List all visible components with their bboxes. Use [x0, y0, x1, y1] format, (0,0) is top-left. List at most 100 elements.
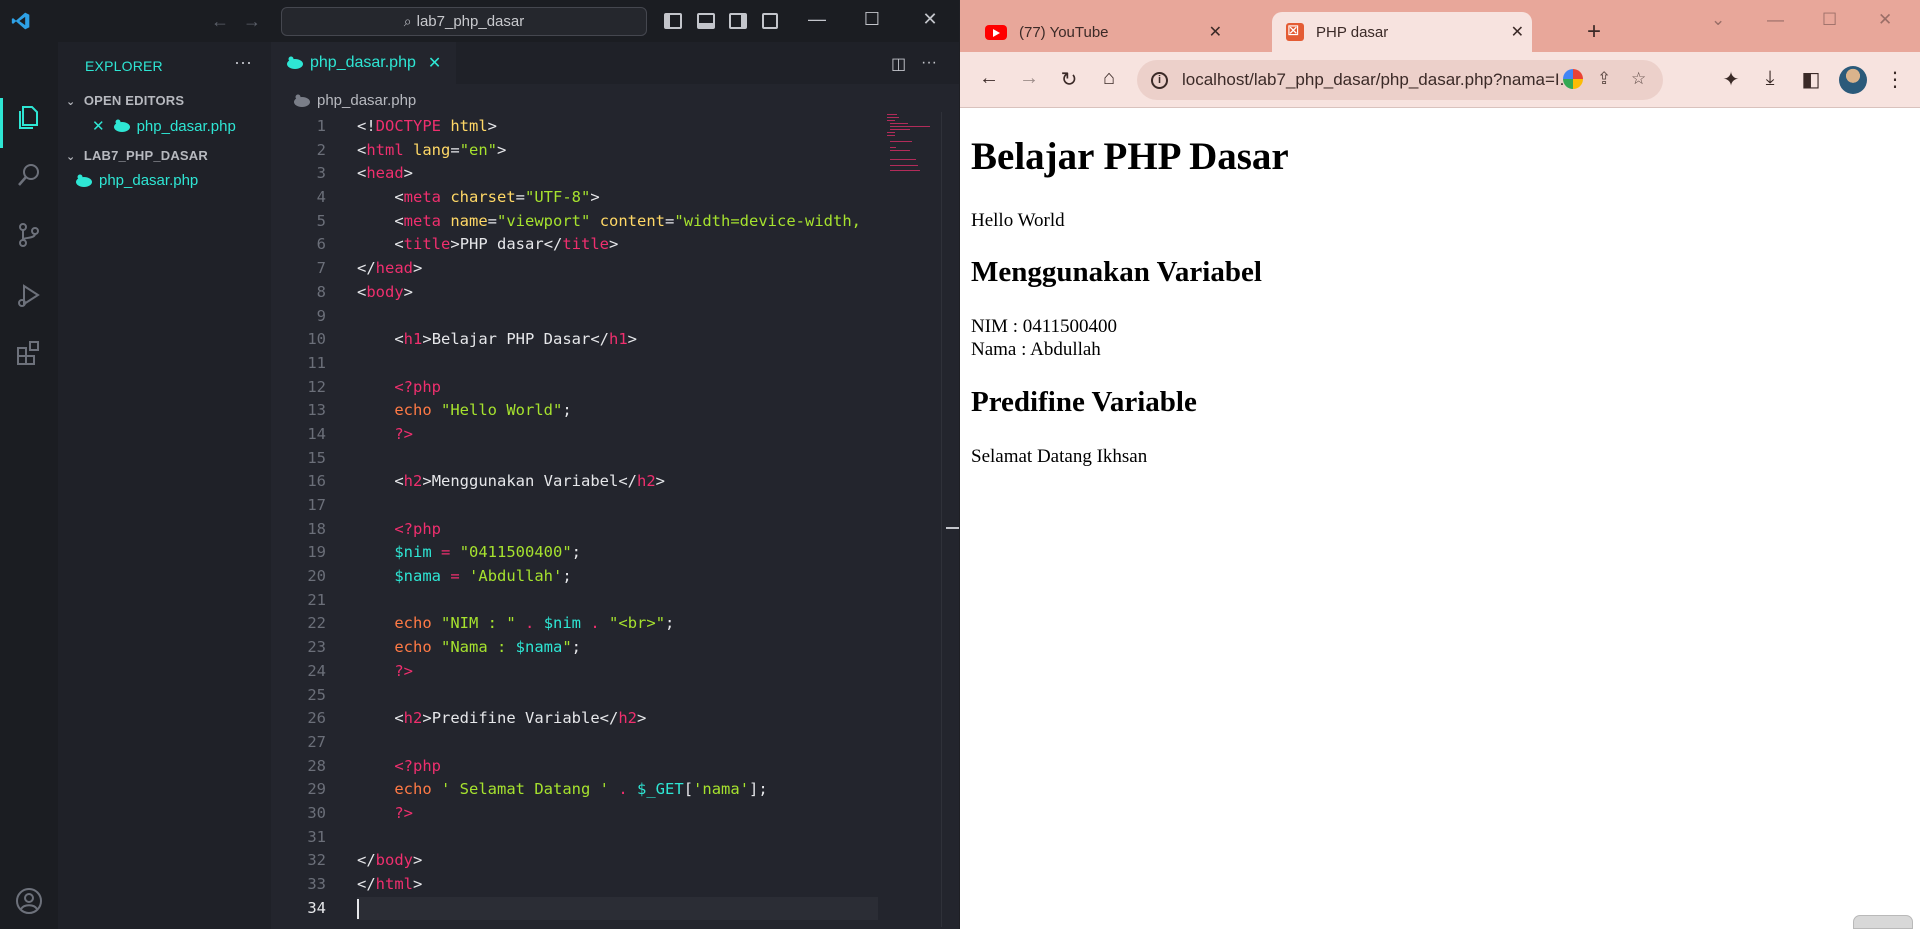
code-text[interactable]: <h2>Menggunakan Variabel</h2> — [357, 470, 665, 494]
code-line[interactable]: 12 <?php — [271, 376, 959, 400]
editor-tab-active[interactable]: php_dasar.php ✕ — [271, 42, 456, 84]
code-line[interactable]: 19 $nim = "0411500400"; — [271, 541, 959, 565]
code-line[interactable]: 30 ?> — [271, 802, 959, 826]
code-line[interactable]: 18 <?php — [271, 518, 959, 542]
new-tab-plus-icon[interactable]: + — [1587, 18, 1601, 46]
code-text[interactable]: <meta name="viewport" content="width=dev… — [357, 210, 861, 234]
code-line[interactable]: 5 <meta name="viewport" content="width=d… — [271, 210, 959, 234]
close-tab-icon[interactable]: ✕ — [1209, 22, 1222, 42]
code-text[interactable]: ?> — [357, 802, 413, 826]
close-icon[interactable]: ✕ — [915, 9, 945, 30]
browser-tab-youtube[interactable]: (77) YouTube ✕ — [985, 12, 1230, 52]
code-line[interactable]: 16 <h2>Menggunakan Variabel</h2> — [271, 470, 959, 494]
code-text[interactable]: <h2>Predifine Variable</h2> — [357, 707, 646, 731]
more-actions-icon[interactable]: ··· — [234, 52, 252, 73]
code-line[interactable]: 2 <html lang="en"> — [271, 139, 959, 163]
reload-icon[interactable]: ↻ — [1056, 67, 1082, 92]
code-line[interactable]: 3 <head> — [271, 162, 959, 186]
code-editor[interactable]: 1 <!DOCTYPE html> 2 <html lang="en"> 3 <head>… — [271, 115, 959, 921]
code-text[interactable]: </html> — [357, 873, 422, 897]
source-control-icon[interactable] — [14, 220, 44, 250]
browser-tab-php-dasar[interactable]: PHP dasar ✕ — [1272, 12, 1532, 52]
code-text[interactable]: <?php — [357, 518, 441, 542]
code-text[interactable]: $nim = "0411500400"; — [357, 541, 581, 565]
customize-layout-icon[interactable] — [762, 13, 778, 29]
project-folder-section[interactable]: ⌄ LAB7_PHP_DASAR — [66, 148, 208, 163]
code-line[interactable]: 4 <meta charset="UTF-8"> — [271, 186, 959, 210]
code-line[interactable]: 31 — [271, 826, 959, 850]
code-line[interactable]: 8 <body> — [271, 281, 959, 305]
code-line[interactable]: 10 <h1>Belajar PHP Dasar</h1> — [271, 328, 959, 352]
google-lens-icon[interactable] — [1563, 69, 1583, 89]
explorer-files-icon[interactable] — [14, 102, 44, 132]
close-tab-icon[interactable]: ✕ — [1511, 22, 1524, 42]
tab-search-chevron-icon[interactable]: ⌄ — [1711, 10, 1725, 30]
code-line[interactable]: 26 <h2>Predifine Variable</h2> — [271, 707, 959, 731]
code-text[interactable]: echo "Hello World"; — [357, 399, 571, 423]
forward-arrow-icon[interactable]: → — [243, 11, 261, 31]
toggle-panel-icon[interactable] — [697, 13, 715, 29]
address-bar[interactable]: i localhost/lab7_php_dasar/php_dasar.php… — [1137, 60, 1663, 100]
code-line[interactable]: 1 <!DOCTYPE html> — [271, 115, 959, 139]
maximize-icon[interactable]: ☐ — [1822, 10, 1837, 30]
code-text[interactable]: <!DOCTYPE html> — [357, 115, 497, 139]
code-line[interactable]: 33 </html> — [271, 873, 959, 897]
code-line[interactable]: 29 echo ' Selamat Datang ' . $_GET['nama… — [271, 778, 959, 802]
extensions-puzzle-icon[interactable]: ✦ — [1718, 67, 1744, 92]
toggle-secondary-sidebar-icon[interactable] — [729, 13, 747, 29]
code-line[interactable]: 6 <title>PHP dasar</title> — [271, 233, 959, 257]
code-line[interactable]: 28 <?php — [271, 755, 959, 779]
share-icon[interactable]: ⇪ — [1597, 69, 1611, 89]
search-icon[interactable] — [14, 160, 44, 190]
minimize-icon[interactable]: — — [802, 9, 832, 30]
split-editor-icon[interactable]: ◫ — [891, 54, 906, 74]
back-arrow-icon[interactable]: ← — [976, 67, 1002, 90]
side-panel-icon[interactable]: ◧ — [1798, 67, 1824, 92]
code-text[interactable]: <html lang="en"> — [357, 139, 506, 163]
code-text[interactable]: </head> — [357, 257, 422, 281]
code-line[interactable]: 25 — [271, 684, 959, 708]
code-text[interactable]: echo "NIM : " . $nim . "<br>"; — [357, 612, 674, 636]
maximize-icon[interactable]: ☐ — [857, 9, 887, 30]
code-line[interactable]: 23 echo "Nama : $nama"; — [271, 636, 959, 660]
code-line[interactable]: 34 — [271, 896, 959, 921]
code-line[interactable]: 14 ?> — [271, 423, 959, 447]
open-editors-section[interactable]: ⌄ OPEN EDITORS — [66, 93, 184, 108]
bookmark-star-icon[interactable]: ☆ — [1631, 69, 1646, 89]
code-text[interactable]: <h1>Belajar PHP Dasar</h1> — [357, 328, 637, 352]
menu-kebab-icon[interactable]: ⋮ — [1882, 67, 1908, 92]
more-actions-icon[interactable]: ··· — [921, 54, 937, 72]
code-text[interactable]: <head> — [357, 162, 413, 186]
download-icon[interactable]: ⤓ — [1757, 67, 1783, 90]
site-info-icon[interactable]: i — [1151, 71, 1168, 89]
code-line[interactable]: 20 $nama = 'Abdullah'; — [271, 565, 959, 589]
close-tab-icon[interactable]: ✕ — [428, 53, 441, 73]
code-text[interactable]: <?php — [357, 755, 441, 779]
code-line[interactable]: 21 — [271, 589, 959, 613]
forward-arrow-icon[interactable]: → — [1016, 67, 1042, 90]
minimize-icon[interactable]: — — [1767, 10, 1784, 30]
code-line[interactable]: 22 echo "NIM : " . $nim . "<br>"; — [271, 612, 959, 636]
code-line[interactable]: 32 </body> — [271, 849, 959, 873]
home-icon[interactable]: ⌂ — [1096, 67, 1122, 90]
code-line[interactable]: 17 — [271, 494, 959, 518]
code-line[interactable]: 7 </head> — [271, 257, 959, 281]
code-text[interactable]: <body> — [357, 281, 413, 305]
run-debug-icon[interactable] — [14, 280, 44, 310]
code-text[interactable]: ?> — [357, 660, 413, 684]
code-line[interactable]: 15 — [271, 447, 959, 471]
close-editor-icon[interactable]: ✕ — [92, 117, 105, 135]
code-text[interactable]: echo "Nama : $nama"; — [357, 636, 581, 660]
code-line[interactable]: 13 echo "Hello World"; — [271, 399, 959, 423]
code-line[interactable]: 27 — [271, 731, 959, 755]
code-text[interactable]: <title>PHP dasar</title> — [357, 233, 618, 257]
breadcrumb[interactable]: php_dasar.php — [293, 92, 416, 109]
code-line[interactable]: 24 ?> — [271, 660, 959, 684]
open-editor-item[interactable]: ✕ php_dasar.php — [92, 117, 236, 136]
code-text[interactable]: <meta charset="UTF-8"> — [357, 186, 599, 210]
toggle-primary-sidebar-icon[interactable] — [664, 13, 682, 29]
back-arrow-icon[interactable]: ← — [211, 11, 229, 31]
horizontal-scrollbar-thumb[interactable] — [1853, 915, 1913, 929]
code-text[interactable]: <?php — [357, 376, 441, 400]
close-icon[interactable]: ✕ — [1878, 10, 1892, 30]
